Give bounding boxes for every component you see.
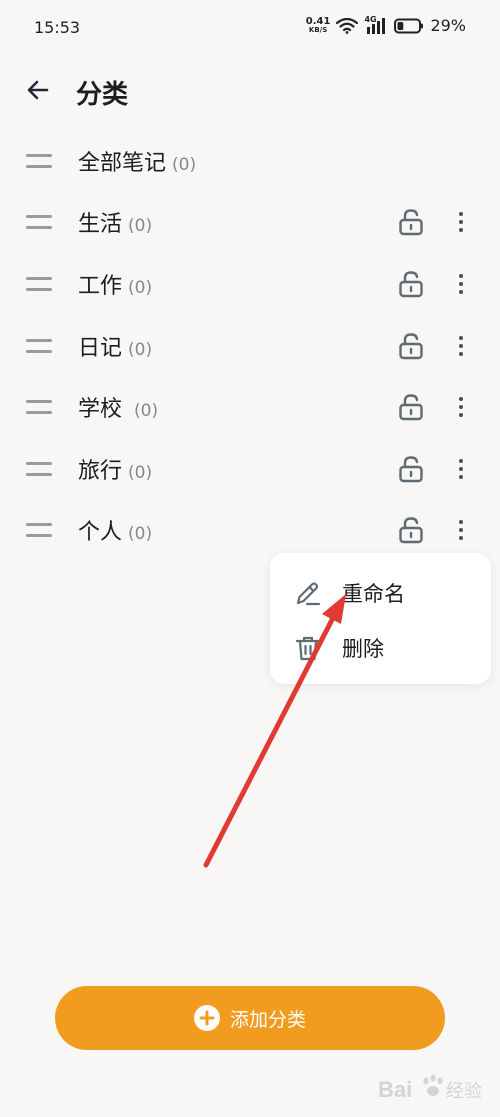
category-count: (0) (134, 401, 159, 422)
category-row[interactable]: 旅行 (0) (0, 438, 500, 500)
baidu-watermark-logo: Bai 经验 (378, 1074, 482, 1102)
category-row[interactable]: 个人 (0) (0, 500, 500, 562)
status-bar: 15:53 0.41 KB/S 4G 29% (0, 0, 500, 56)
drag-handle-icon[interactable] (26, 523, 52, 538)
category-label: 全部笔记 (78, 150, 167, 176)
more-options-icon[interactable] (450, 207, 472, 237)
context-menu: 重命名 删除 (270, 553, 491, 684)
category-name: 工作 (0) (78, 268, 152, 300)
add-category-label: 添加分类 (229, 1008, 306, 1031)
lock-button[interactable] (396, 269, 426, 299)
network-speed-value: 0.41 (305, 15, 331, 27)
wifi-icon (336, 17, 359, 34)
category-row[interactable]: 工作 (0) (0, 253, 500, 315)
more-options-icon[interactable] (450, 454, 472, 484)
category-label: 生活 (78, 212, 123, 238)
rename-label: 重命名 (342, 582, 405, 606)
category-row[interactable]: 日记 (0) (0, 315, 500, 377)
back-button[interactable] (22, 74, 54, 106)
drag-handle-icon[interactable] (26, 276, 52, 291)
category-name: 学校 (0) (78, 391, 158, 423)
category-label: 旅行 (78, 458, 123, 484)
unlock-icon (399, 332, 423, 359)
category-label: 日记 (78, 335, 123, 361)
drag-handle-icon[interactable] (26, 215, 52, 230)
drag-handle-icon[interactable] (26, 400, 52, 415)
category-count: (0) (128, 216, 153, 237)
category-list: 全部笔记 (0) 生活 (0) 工作 (0) 日记 (0) 学校 (0) 旅行 … (0, 130, 500, 561)
more-options-icon[interactable] (450, 392, 472, 422)
status-time: 15:53 (34, 18, 81, 37)
category-name: 生活 (0) (78, 206, 152, 238)
drag-handle-icon[interactable] (26, 153, 52, 168)
category-row[interactable]: 学校 (0) (0, 376, 500, 438)
lock-button[interactable] (396, 331, 426, 361)
category-name: 个人 (0) (78, 514, 152, 546)
page-title: 分类 (76, 80, 129, 110)
svg-text:经验: 经验 (446, 1081, 482, 1102)
plus-icon (193, 1005, 220, 1031)
unlock-icon (399, 394, 423, 421)
svg-text:Bai: Bai (378, 1077, 412, 1102)
category-name: 日记 (0) (78, 330, 152, 362)
category-label: 个人 (78, 520, 123, 546)
more-options-icon[interactable] (450, 515, 472, 545)
trash-icon (294, 634, 322, 662)
category-name: 全部笔记 (0) (78, 145, 196, 177)
network-speed-unit: KB/S (308, 25, 328, 34)
lock-button[interactable] (396, 207, 426, 237)
pencil-icon (294, 579, 322, 607)
category-count: (0) (172, 154, 197, 175)
category-row[interactable]: 全部笔记 (0) (0, 130, 500, 192)
more-options-icon[interactable] (450, 331, 472, 361)
status-icons: 0.41 KB/S 4G 29% (305, 15, 466, 36)
add-category-button[interactable]: 添加分类 (55, 986, 445, 1050)
unlock-icon (399, 456, 423, 482)
network-speed: 0.41 KB/S (305, 15, 331, 35)
unlock-icon (399, 517, 423, 544)
more-options-icon[interactable] (450, 269, 472, 299)
delete-label: 删除 (342, 637, 384, 661)
category-count: (0) (128, 277, 153, 298)
header: 分类 (0, 64, 500, 120)
lock-button[interactable] (396, 515, 426, 545)
delete-menu-item[interactable]: 删除 (270, 620, 491, 676)
category-count: (0) (128, 524, 153, 545)
drag-handle-icon[interactable] (26, 461, 52, 476)
back-arrow-icon (27, 80, 49, 100)
category-name: 旅行 (0) (78, 453, 152, 485)
battery-icon (394, 18, 424, 33)
category-label: 学校 (78, 397, 123, 423)
battery-percent: 29% (430, 16, 466, 35)
cellular-signal: 4G (364, 15, 388, 34)
lock-button[interactable] (396, 392, 426, 422)
unlock-icon (399, 271, 423, 298)
category-label: 工作 (78, 273, 123, 299)
rename-menu-item[interactable]: 重命名 (270, 565, 491, 621)
signal-icon (367, 17, 386, 34)
category-row[interactable]: 生活 (0) (0, 192, 500, 254)
drag-handle-icon[interactable] (26, 338, 52, 353)
lock-button[interactable] (396, 454, 426, 484)
unlock-icon (399, 209, 423, 236)
category-count: (0) (128, 462, 153, 483)
category-count: (0) (128, 339, 153, 360)
